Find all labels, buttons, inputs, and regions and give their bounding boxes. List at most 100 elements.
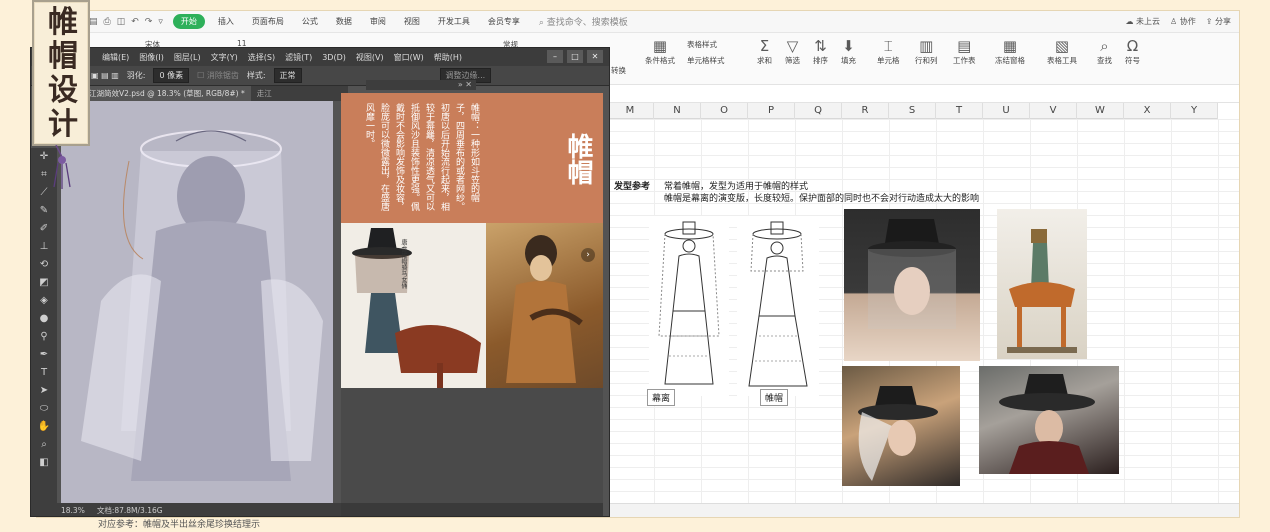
minimize-icon[interactable]: – [547, 50, 563, 63]
preview-icon[interactable]: ◫ [117, 17, 126, 27]
zoom-tool-icon[interactable]: ⌕ [31, 436, 57, 454]
maximize-icon[interactable]: □ [567, 50, 583, 63]
menu-member[interactable]: 会员专享 [479, 16, 529, 27]
cloud-label: 未上云 [1136, 17, 1161, 26]
redo-icon[interactable]: ↷ [145, 17, 153, 27]
column-header[interactable]: O [701, 103, 748, 119]
ps-panel-header: » ✕ [366, 80, 476, 90]
table-tools-button[interactable]: ▧ 表格工具 [1047, 37, 1077, 66]
command-search[interactable]: ⌕ 查找命令、搜索模板 [529, 15, 628, 28]
shape-tool-icon[interactable]: ⬭ [31, 400, 57, 418]
cond-format-button[interactable]: ▦ 条件格式 [645, 37, 675, 66]
selection-mode-icon[interactable]: ▣ ▤ ▥ [91, 71, 119, 80]
article-body: 帷帽：一种形如斗笠的帽子，四周垂布的或者网纱。初唐以后开始流行起来，相较于幂䍦，… [364, 103, 479, 211]
undo-icon[interactable]: ↶ [131, 17, 139, 27]
panel-expand-icon[interactable]: » ✕ [458, 80, 472, 89]
blur-tool-icon[interactable]: ● [31, 310, 57, 328]
next-arrow-icon[interactable]: › [581, 248, 595, 262]
stamp-tool-icon[interactable]: ⊥ [31, 238, 57, 256]
symbol-button[interactable]: Ω 符号 [1125, 37, 1140, 66]
close-icon[interactable]: ✕ [587, 50, 603, 63]
column-header[interactable]: P [748, 103, 795, 119]
ref-note-line2[interactable]: 帷帽是幕离的演变版，长度较短。保护面部的同时也不会对行动造成太大的影响 [664, 191, 979, 204]
column-header[interactable]: W [1077, 103, 1124, 119]
reference-article-image[interactable]: 帷帽 帷帽：一种形如斗笠的帽子，四周垂布的或者网纱。初唐以后开始流行起来，相较于… [341, 93, 603, 388]
menu-formulas[interactable]: 公式 [293, 16, 327, 27]
cell-button[interactable]: ⌶ 单元格 [877, 37, 900, 66]
caption-weimao[interactable]: 帷帽 [760, 389, 789, 406]
freeze-button[interactable]: ▦ 冻结窗格 [995, 37, 1025, 66]
weimao-costume-photo-1[interactable] [842, 366, 960, 486]
weimao-model-photo[interactable] [844, 209, 980, 361]
column-header[interactable]: T [936, 103, 983, 119]
share-button[interactable]: ⇪ 分享 [1206, 16, 1231, 27]
column-header[interactable]: Q [795, 103, 842, 119]
weimao-sketch-image[interactable] [737, 216, 819, 396]
color-swatch-icon[interactable]: ◧ [31, 454, 57, 472]
column-header[interactable]: S [889, 103, 936, 119]
column-header[interactable]: V [1030, 103, 1077, 119]
eraser-tool-icon[interactable]: ◩ [31, 274, 57, 292]
filter-button[interactable]: ▽ 筛选 [785, 37, 800, 66]
ps-menu-3d[interactable]: 3D(D) [317, 53, 351, 62]
menu-view[interactable]: 视图 [395, 16, 429, 27]
dodge-tool-icon[interactable]: ⚲ [31, 328, 57, 346]
row-col-button[interactable]: ▥ 行和列 [915, 37, 938, 66]
type-tool-icon[interactable]: T [31, 364, 57, 382]
cell-style-button[interactable]: 单元格样式 [687, 55, 725, 66]
ps-menu-type[interactable]: 文字(Y) [206, 52, 243, 63]
ps-menu-edit[interactable]: 编辑(E) [97, 52, 134, 63]
fill-tool-icon[interactable]: ◈ [31, 292, 57, 310]
column-header[interactable]: X [1124, 103, 1171, 119]
find-button[interactable]: ⌕ 查找 [1097, 37, 1112, 66]
convert-button[interactable]: 转换 [611, 65, 626, 76]
hand-tool-icon[interactable]: ✋ [31, 418, 57, 436]
menu-data[interactable]: 数据 [327, 16, 361, 27]
menu-developer[interactable]: 开发工具 [429, 16, 479, 27]
menu-page-layout[interactable]: 页面布局 [243, 16, 293, 27]
brush-tool-icon[interactable]: ✐ [31, 220, 57, 238]
ps-menu-layer[interactable]: 图层(L) [169, 52, 206, 63]
history-brush-icon[interactable]: ⟲ [31, 256, 57, 274]
column-header[interactable]: M [607, 103, 654, 119]
heal-tool-icon[interactable]: ✎ [31, 202, 57, 220]
sort-button[interactable]: ⇅ 排序 [813, 37, 828, 66]
open-icon[interactable]: ▤ [89, 17, 98, 27]
tang-figurine-photo[interactable] [997, 209, 1087, 359]
fill-button[interactable]: ⬇ 填充 [841, 37, 856, 66]
cloud-status[interactable]: ☁ 未上云 [1125, 16, 1160, 27]
pen-tool-icon[interactable]: ✒ [31, 346, 57, 364]
style-select[interactable]: 正常 [273, 68, 302, 83]
hairstyle-ref-label[interactable]: 发型参考 [614, 179, 650, 192]
ps-canvas[interactable] [61, 101, 333, 503]
print-icon[interactable]: ⎙ [104, 17, 111, 27]
chevron-down-icon[interactable]: ▿ [158, 17, 163, 27]
magnifier-icon: ⌕ [1100, 37, 1109, 55]
column-header[interactable]: Y [1171, 103, 1218, 119]
ps-menu-select[interactable]: 选择(S) [243, 52, 280, 63]
column-header[interactable]: U [983, 103, 1030, 119]
worksheet-button[interactable]: ▤ 工作表 [953, 37, 976, 66]
ps-doc-tab[interactable]: 走江 [250, 86, 278, 101]
symbol-label: 符号 [1125, 56, 1140, 65]
zoom-level[interactable]: 18.3% [61, 506, 85, 515]
ps-menu-window[interactable]: 窗口(W) [389, 52, 429, 63]
path-select-icon[interactable]: ➤ [31, 382, 57, 400]
menu-review[interactable]: 审阅 [361, 16, 395, 27]
weimao-costume-photo-2[interactable] [979, 366, 1119, 474]
caption-mili[interactable]: 幕离 [647, 389, 676, 406]
ps-menu-image[interactable]: 图像(I) [134, 52, 169, 63]
collab-button[interactable]: ♙ 协作 [1170, 16, 1196, 27]
column-header[interactable]: N [654, 103, 701, 119]
sum-button[interactable]: Σ 求和 [757, 37, 772, 66]
feather-input[interactable]: 0 像素 [153, 68, 190, 83]
mili-sketch-image[interactable] [649, 216, 729, 396]
menu-insert[interactable]: 插入 [209, 16, 243, 27]
antialias-checkbox[interactable]: ☐ 消除锯齿 [197, 70, 239, 81]
column-header[interactable]: R [842, 103, 889, 119]
ps-menu-view[interactable]: 视图(V) [351, 52, 389, 63]
table-style-button[interactable]: 表格样式 [687, 39, 717, 50]
menu-home[interactable]: 开始 [172, 14, 205, 29]
ps-menu-help[interactable]: 帮助(H) [429, 52, 467, 63]
ps-menu-filter[interactable]: 滤镜(T) [280, 52, 317, 63]
